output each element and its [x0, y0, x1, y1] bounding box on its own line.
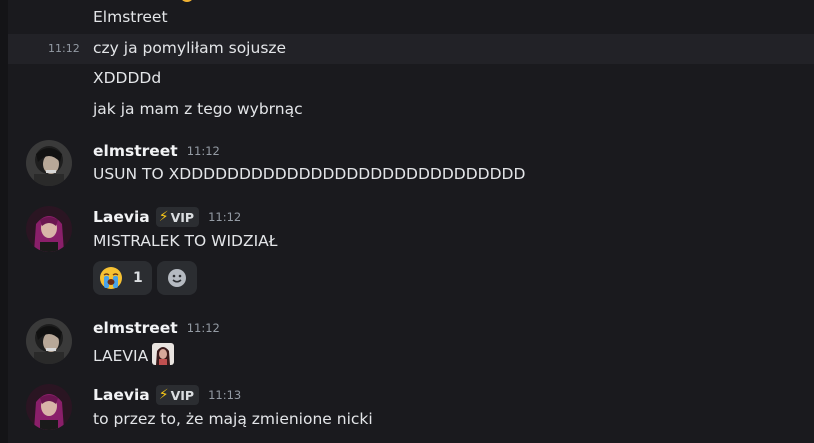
message-text: czy ja pomyliłam sojusze	[93, 39, 287, 57]
vip-badge-label: VIP	[170, 387, 195, 403]
reaction-crying[interactable]: 1	[93, 261, 152, 295]
message-group[interactable]: elmstreet 11:12 USUN TO XDDDDDDDDDDDDDDD…	[8, 136, 814, 196]
message-text: LAEVIA	[93, 343, 175, 365]
message-text: jak ja mam z tego wybrnąc	[93, 100, 303, 118]
username[interactable]: elmstreet	[93, 319, 178, 337]
lightning-bolt-icon: ⚡	[158, 387, 169, 403]
lightning-bolt-icon: ⚡	[158, 209, 169, 225]
message-timestamp: 11:12	[186, 321, 220, 335]
reactions-bar: 1	[93, 261, 197, 295]
avatar-laevia[interactable]	[26, 384, 72, 430]
message-header: elmstreet 11:12	[93, 317, 220, 339]
message-timestamp: 11:12	[186, 144, 220, 158]
message-text: to przez to, że mają zmienione nicki	[93, 410, 373, 428]
username[interactable]: Laevia	[93, 208, 150, 226]
message-group[interactable]: elmstreet 11:12 LAEVIA	[8, 312, 814, 372]
message-timestamp: 11:12	[48, 42, 80, 55]
chat-messages-pane[interactable]: Elmstreet 11:12 czy ja pomyliłam sojusze…	[0, 0, 814, 443]
message-group[interactable]: Laevia ⚡ VIP 11:12 MISTRALEK TO WIDZIAŁ …	[8, 201, 814, 301]
vip-badge-label: VIP	[170, 209, 195, 225]
message-text: XDDDDd	[93, 69, 162, 87]
message-text-content: LAEVIA	[93, 347, 149, 365]
message-text: Elmstreet	[93, 8, 168, 26]
message-text: MISTRALEK TO WIDZIAŁ	[93, 232, 278, 250]
avatar-laevia[interactable]	[26, 206, 72, 252]
add-reaction-icon	[167, 269, 186, 287]
message-header: elmstreet 11:12	[93, 140, 220, 162]
message-row[interactable]: Elmstreet	[8, 0, 814, 34]
avatar-elmstreet[interactable]	[26, 318, 72, 364]
avatar-elmstreet[interactable]	[26, 140, 72, 186]
message-row-hovered[interactable]: 11:12 czy ja pomyliłam sojusze	[8, 34, 814, 64]
message-row[interactable]: jak ja mam z tego wybrnąc	[8, 94, 814, 126]
vip-badge[interactable]: ⚡ VIP	[155, 207, 200, 227]
loudly-crying-face-icon	[100, 267, 122, 289]
message-group[interactable]: Laevia ⚡ VIP 11:13 to przez to, że mają …	[8, 377, 814, 443]
message-text: USUN TO XDDDDDDDDDDDDDDDDDDDDDDDDDDDDD	[93, 165, 526, 183]
left-edge-divider	[0, 0, 8, 443]
message-timestamp: 11:12	[208, 210, 242, 224]
add-reaction-button[interactable]	[156, 261, 197, 295]
reaction-count: 1	[133, 270, 143, 286]
message-header: Laevia ⚡ VIP 11:12	[93, 206, 241, 228]
message-header: Laevia ⚡ VIP 11:13	[93, 384, 241, 406]
vip-badge[interactable]: ⚡ VIP	[155, 385, 200, 405]
custom-emote-icon[interactable]	[152, 343, 175, 365]
message-row[interactable]: XDDDDd	[8, 64, 814, 94]
username[interactable]: elmstreet	[93, 142, 178, 160]
username[interactable]: Laevia	[93, 386, 150, 404]
message-timestamp: 11:13	[208, 388, 242, 402]
